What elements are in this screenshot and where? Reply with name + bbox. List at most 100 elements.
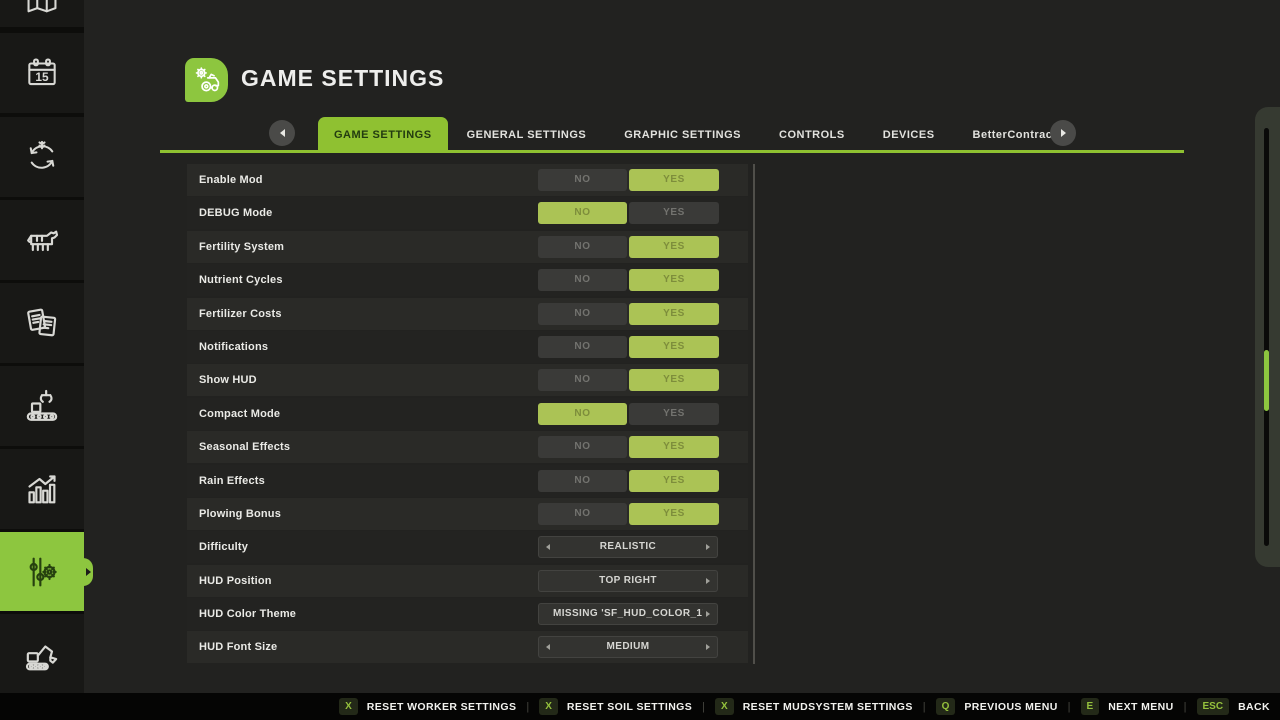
sidebar-item-map[interactable]	[0, 0, 84, 27]
hud-position-selector[interactable]: TOP RIGHT	[538, 570, 718, 592]
mod-settings-icon	[185, 58, 228, 102]
sidebar-item-contracts[interactable]	[0, 283, 84, 363]
selector-value: MEDIUM	[553, 637, 703, 657]
toggle-yes-button[interactable]: YES	[629, 369, 719, 391]
page-scrollbar-track[interactable]	[1264, 128, 1269, 546]
footer-action-next-menu[interactable]: E NEXT MENU	[1081, 698, 1174, 715]
sidebar-item-animals[interactable]	[0, 200, 84, 280]
footer-action-reset-mudsystem[interactable]: X RESET MUDSYSTEM SETTINGS	[715, 698, 913, 715]
toggle-group: NO YES	[538, 303, 719, 325]
prev-option-arrow-icon[interactable]	[546, 544, 550, 550]
map-icon	[23, 0, 61, 20]
sidebar-item-crop-rotation[interactable]	[0, 117, 84, 197]
toggle-group: NO YES	[538, 436, 719, 458]
tab-controls[interactable]: CONTROLS	[760, 117, 864, 153]
calendar-icon: 15	[23, 54, 61, 92]
cow-icon	[22, 220, 62, 260]
selector-value: REALISTIC	[553, 537, 703, 557]
setting-row-hud-color-theme: HUD Color Theme MISSING 'SF_HUD_COLOR_1'…	[187, 598, 748, 630]
tab-graphic-settings[interactable]: GRAPHIC SETTINGS	[605, 117, 760, 153]
sidebar: 15	[0, 0, 84, 693]
toggle-group: NO YES	[538, 403, 719, 425]
footer-separator: |	[1068, 701, 1071, 713]
setting-row-nutrient-cycles: Nutrient Cycles NO YES	[187, 264, 748, 296]
setting-label: Plowing Bonus	[199, 498, 281, 530]
setting-row-compact-mode: Compact Mode NO YES	[187, 398, 748, 430]
toggle-no-button[interactable]: NO	[538, 169, 627, 191]
toggle-group: NO YES	[538, 470, 719, 492]
key-badge: X	[715, 698, 734, 715]
setting-label: HUD Position	[199, 565, 272, 597]
toggle-yes-button[interactable]: YES	[629, 202, 719, 224]
toggle-no-button[interactable]: NO	[538, 336, 627, 358]
arrow-left-icon	[280, 129, 285, 137]
setting-row-difficulty: Difficulty REALISTIC	[187, 531, 748, 563]
prev-option-arrow-icon[interactable]	[546, 644, 550, 650]
page-scrollbar-thumb[interactable]	[1264, 350, 1269, 411]
footer-action-reset-soil[interactable]: X RESET SOIL SETTINGS	[539, 698, 692, 715]
setting-label: DEBUG Mode	[199, 197, 273, 229]
toggle-group: NO YES	[538, 503, 719, 525]
toggle-yes-button[interactable]: YES	[629, 436, 719, 458]
difficulty-selector[interactable]: REALISTIC	[538, 536, 718, 558]
sidebar-item-calendar[interactable]: 15	[0, 33, 84, 113]
toggle-no-button[interactable]: NO	[538, 303, 627, 325]
toggle-no-button[interactable]: NO	[538, 436, 627, 458]
toggle-yes-button[interactable]: YES	[629, 303, 719, 325]
setting-label: Difficulty	[199, 531, 248, 563]
tab-game-settings[interactable]: GAME SETTINGS	[318, 117, 448, 153]
footer-action-reset-worker[interactable]: X RESET WORKER SETTINGS	[339, 698, 516, 715]
toggle-yes-button[interactable]: YES	[629, 236, 719, 258]
toggle-yes-button[interactable]: YES	[629, 336, 719, 358]
toggle-yes-button[interactable]: YES	[629, 503, 719, 525]
tab-general-settings[interactable]: GENERAL SETTINGS	[448, 117, 606, 153]
toggle-yes-button[interactable]: YES	[629, 269, 719, 291]
excavator-icon	[22, 634, 62, 674]
page-title: GAME SETTINGS	[241, 65, 444, 92]
toggle-no-button[interactable]: NO	[538, 503, 627, 525]
sidebar-item-production[interactable]	[0, 366, 84, 446]
setting-row-debug-mode: DEBUG Mode NO YES	[187, 197, 748, 229]
hud-font-size-selector[interactable]: MEDIUM	[538, 636, 718, 658]
toggle-no-button[interactable]: NO	[538, 236, 627, 258]
prev-tabs-button[interactable]	[269, 120, 295, 146]
setting-row-fertility-system: Fertility System NO YES	[187, 231, 748, 263]
selector-value: TOP RIGHT	[553, 571, 703, 591]
setting-row-notifications: Notifications NO YES	[187, 331, 748, 363]
setting-label: HUD Color Theme	[199, 598, 296, 630]
toggle-no-button[interactable]: NO	[538, 470, 627, 492]
toggle-no-button[interactable]: NO	[538, 269, 627, 291]
sidebar-item-construction[interactable]	[0, 614, 84, 693]
sidebar-item-settings[interactable]	[0, 532, 84, 611]
settings-list-scrollbar[interactable]	[753, 164, 755, 664]
next-option-arrow-icon[interactable]	[706, 544, 710, 550]
tab-devices[interactable]: DEVICES	[864, 117, 954, 153]
setting-label: Notifications	[199, 331, 268, 363]
hud-color-theme-selector[interactable]: MISSING 'SF_HUD_COLOR_1' L..	[538, 603, 718, 625]
setting-label: Fertility System	[199, 231, 284, 263]
toggle-no-button[interactable]: NO	[538, 202, 627, 224]
key-badge: X	[339, 698, 358, 715]
tab-bar: GAME SETTINGS GENERAL SETTINGS GRAPHIC S…	[318, 117, 1082, 153]
toggle-no-button[interactable]: NO	[538, 403, 627, 425]
next-tabs-button[interactable]	[1050, 120, 1076, 146]
toggle-yes-button[interactable]: YES	[629, 169, 719, 191]
toggle-group: NO YES	[538, 202, 719, 224]
page-scrollbar	[1255, 107, 1280, 567]
footer-action-back[interactable]: ESC BACK	[1197, 698, 1271, 715]
footer-action-previous-menu[interactable]: Q PREVIOUS MENU	[936, 698, 1058, 715]
arrow-right-icon	[1061, 129, 1066, 137]
next-option-arrow-icon[interactable]	[706, 611, 710, 617]
toggle-group: NO YES	[538, 269, 719, 291]
next-option-arrow-icon[interactable]	[706, 644, 710, 650]
toggle-yes-button[interactable]: YES	[629, 470, 719, 492]
sidebar-item-statistics[interactable]	[0, 449, 84, 529]
footer-separator: |	[526, 701, 529, 713]
next-option-arrow-icon[interactable]	[706, 578, 710, 584]
toggle-no-button[interactable]: NO	[538, 369, 627, 391]
toggle-yes-button[interactable]: YES	[629, 403, 719, 425]
key-badge: X	[539, 698, 558, 715]
toggle-group: NO YES	[538, 169, 719, 191]
setting-label: Fertilizer Costs	[199, 298, 282, 330]
key-badge: E	[1081, 698, 1100, 715]
